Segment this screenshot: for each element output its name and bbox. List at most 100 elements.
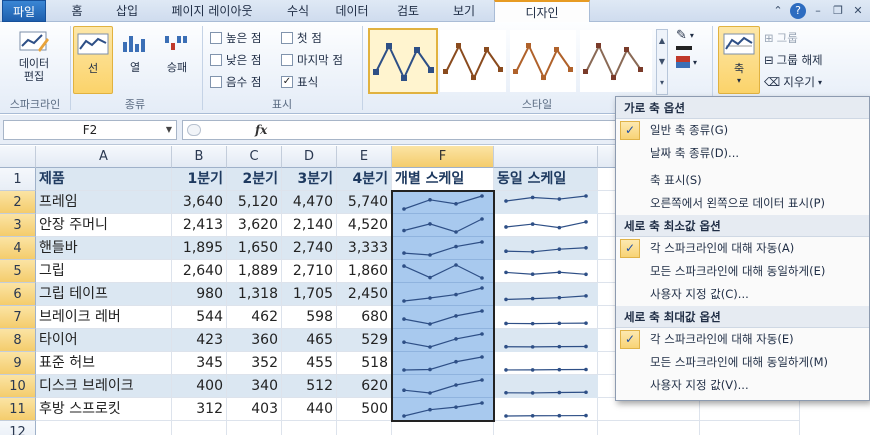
menu-item-min-custom[interactable]: 사용자 지정 값(C)...	[616, 283, 869, 306]
quarter-value-cell[interactable]: 2,740	[282, 237, 337, 260]
table-cell[interactable]	[392, 421, 494, 435]
menu-item-max-auto[interactable]: ✓ 각 스파크라인에 대해 자동(E)	[616, 328, 869, 351]
sparkline-same-scale[interactable]	[494, 283, 598, 306]
header-cell[interactable]: 1분기	[172, 168, 227, 191]
quarter-value-cell[interactable]: 2,413	[172, 214, 227, 237]
name-box[interactable]: F2 ▼	[3, 120, 177, 140]
formula-expand-handle[interactable]	[187, 124, 201, 136]
tab-file[interactable]: 파일	[2, 0, 46, 22]
table-cell[interactable]	[172, 421, 227, 435]
quarter-value-cell[interactable]: 2,140	[282, 214, 337, 237]
tab-insert[interactable]: 삽입	[102, 0, 152, 22]
quarter-value-cell[interactable]: 2,640	[172, 260, 227, 283]
function-icon[interactable]: fx	[255, 123, 267, 137]
table-cell[interactable]	[598, 421, 700, 435]
scroll-down-icon[interactable]: ▼	[657, 51, 667, 72]
quarter-value-cell[interactable]: 403	[227, 398, 282, 421]
quarter-value-cell[interactable]: 440	[282, 398, 337, 421]
menu-item-right-to-left[interactable]: 오른쪽에서 왼쪽으로 데이터 표시(P)	[616, 192, 869, 215]
ungroup-button[interactable]: ⊟ 그룹 해제	[764, 52, 823, 68]
quarter-value-cell[interactable]: 2,450	[337, 283, 392, 306]
sparkline-same-scale[interactable]	[494, 329, 598, 352]
quarter-value-cell[interactable]: 5,120	[227, 191, 282, 214]
row-header[interactable]: 2	[0, 191, 36, 214]
quarter-value-cell[interactable]: 1,705	[282, 283, 337, 306]
quarter-value-cell[interactable]: 4,470	[282, 191, 337, 214]
quarter-value-cell[interactable]: 340	[227, 375, 282, 398]
quarter-value-cell[interactable]: 980	[172, 283, 227, 306]
product-name-cell[interactable]: 핸들바	[36, 237, 172, 260]
sparkline-individual[interactable]	[392, 237, 494, 260]
product-name-cell[interactable]: 그립 테이프	[36, 283, 172, 306]
quarter-value-cell[interactable]: 529	[337, 329, 392, 352]
tab-formulas[interactable]: 수식	[272, 0, 324, 22]
sparkline-style-3[interactable]	[510, 30, 576, 92]
dropdown-arrow-icon[interactable]: ▼	[166, 121, 172, 139]
product-name-cell[interactable]: 안장 주머니	[36, 214, 172, 237]
collapse-ribbon-icon[interactable]: ⌃	[770, 3, 786, 19]
quarter-value-cell[interactable]: 5,740	[337, 191, 392, 214]
column-header[interactable]: C	[227, 146, 282, 168]
quarter-value-cell[interactable]: 345	[172, 352, 227, 375]
product-name-cell[interactable]: 디스크 브레이크	[36, 375, 172, 398]
show-first-point-checkbox[interactable]: 첫 점	[281, 30, 322, 46]
product-name-cell[interactable]: 브레이크 레버	[36, 306, 172, 329]
quarter-value-cell[interactable]: 1,650	[227, 237, 282, 260]
scroll-up-icon[interactable]: ▲	[657, 30, 667, 51]
quarter-value-cell[interactable]: 455	[282, 352, 337, 375]
show-high-point-checkbox[interactable]: 높은 점	[210, 30, 261, 46]
column-header[interactable]: A	[36, 146, 172, 168]
quarter-value-cell[interactable]: 423	[172, 329, 227, 352]
restore-icon[interactable]: ❐	[830, 3, 846, 19]
sparkline-same-scale[interactable]	[494, 375, 598, 398]
column-header[interactable]: F	[392, 146, 494, 168]
menu-item-max-same[interactable]: 모든 스파크라인에 대해 동일하게(M)	[616, 351, 869, 374]
marker-color-button[interactable]: ▾	[676, 56, 697, 68]
edit-data-button[interactable]: 데이터 편집	[6, 28, 62, 90]
type-winloss-button[interactable]: 승패	[157, 30, 197, 92]
quarter-value-cell[interactable]: 1,318	[227, 283, 282, 306]
table-cell[interactable]	[700, 421, 800, 435]
quarter-value-cell[interactable]: 1,889	[227, 260, 282, 283]
tab-data[interactable]: 데이터	[324, 0, 380, 22]
menu-item-max-custom[interactable]: 사용자 지정 값(V)...	[616, 374, 869, 397]
sparkline-individual[interactable]	[392, 329, 494, 352]
group-button[interactable]: ⊞ 그룹	[764, 30, 798, 46]
column-header[interactable]: D	[282, 146, 337, 168]
sparkline-style-4[interactable]	[580, 30, 652, 92]
row-header[interactable]: 8	[0, 329, 36, 352]
row-header[interactable]: 12	[0, 421, 36, 435]
sparkline-individual[interactable]	[392, 352, 494, 375]
sparkline-same-scale[interactable]	[494, 191, 598, 214]
sparkline-same-scale[interactable]	[494, 306, 598, 329]
menu-item-min-same[interactable]: 모든 스파크라인에 대해 동일하게(E)	[616, 260, 869, 283]
sparkline-individual[interactable]	[392, 214, 494, 237]
quarter-value-cell[interactable]: 512	[282, 375, 337, 398]
close-icon[interactable]: ✕	[850, 3, 866, 19]
header-cell[interactable]: 동일 스케일	[494, 168, 598, 191]
row-header[interactable]: 10	[0, 375, 36, 398]
table-cell[interactable]	[494, 421, 598, 435]
quarter-value-cell[interactable]: 4,520	[337, 214, 392, 237]
quarter-value-cell[interactable]: 400	[172, 375, 227, 398]
sparkline-style-2[interactable]	[440, 30, 506, 92]
more-styles-icon[interactable]: ▾	[657, 72, 667, 93]
show-last-point-checkbox[interactable]: 마지막 점	[281, 52, 343, 68]
sparkline-individual[interactable]	[392, 260, 494, 283]
sparkline-same-scale[interactable]	[494, 260, 598, 283]
product-name-cell[interactable]: 그립	[36, 260, 172, 283]
tab-design[interactable]: 디자인	[494, 0, 590, 23]
row-header[interactable]: 9	[0, 352, 36, 375]
sparkline-same-scale[interactable]	[494, 237, 598, 260]
quarter-value-cell[interactable]: 500	[337, 398, 392, 421]
table-cell[interactable]	[227, 421, 282, 435]
sparkline-individual[interactable]	[392, 398, 494, 421]
header-cell[interactable]: 3분기	[282, 168, 337, 191]
table-cell[interactable]	[36, 421, 172, 435]
clear-button[interactable]: ⌫ 지우기 ▾	[764, 74, 822, 90]
table-cell[interactable]	[700, 398, 800, 421]
product-name-cell[interactable]: 타이어	[36, 329, 172, 352]
sparkline-same-scale[interactable]	[494, 214, 598, 237]
quarter-value-cell[interactable]: 518	[337, 352, 392, 375]
column-header[interactable]	[494, 146, 598, 168]
